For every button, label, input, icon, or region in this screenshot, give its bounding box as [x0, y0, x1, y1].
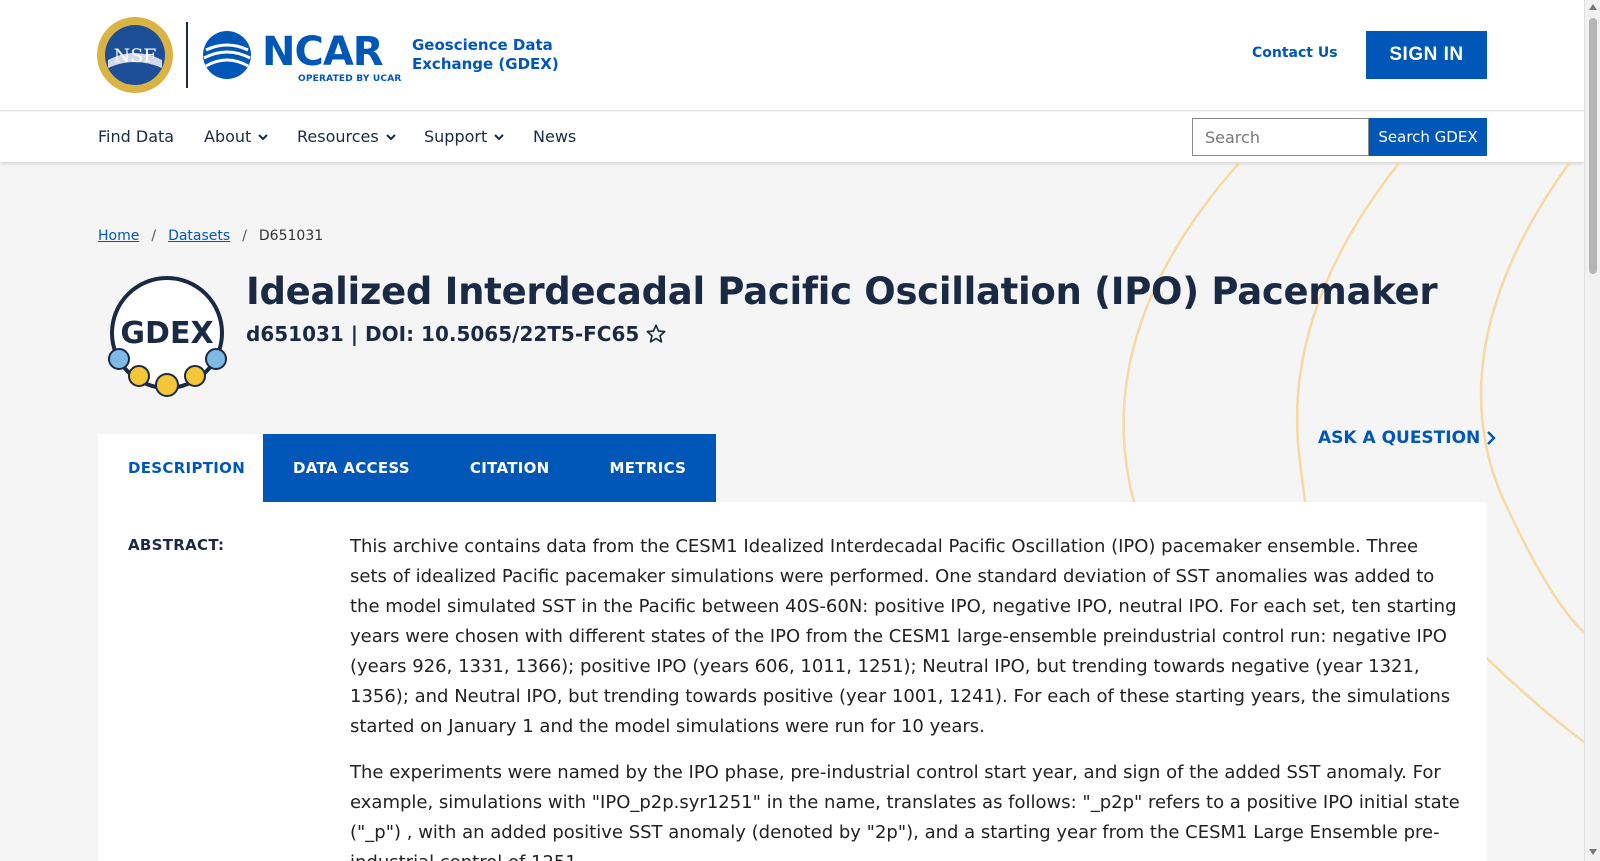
breadcrumb-separator: /: [242, 228, 247, 244]
ask-question-label: ASK A QUESTION: [1318, 428, 1481, 448]
ncar-tagline: OPERATED BY UCAR: [298, 74, 402, 84]
page-scrollbar[interactable]: [1584, 0, 1600, 861]
nsf-logo-text: NSF: [114, 45, 157, 67]
tab-description[interactable]: DESCRIPTION: [98, 434, 263, 502]
search-gdex-button[interactable]: Search GDEX: [1369, 118, 1487, 156]
abstract-text: This archive contains data from the CESM…: [350, 532, 1460, 861]
nav-item-label: About: [204, 127, 252, 146]
nav-item-find-data[interactable]: Find Data: [98, 127, 174, 146]
nav-item-label: Resources: [297, 127, 379, 146]
tab-data-access[interactable]: DATA ACCESS: [263, 434, 440, 502]
site-header: NSF NCAR OPERATED BY UCAR Geoscience Dat…: [0, 0, 1584, 111]
breadcrumb-separator: /: [151, 228, 157, 244]
sign-in-button[interactable]: SIGN IN: [1366, 31, 1487, 79]
nsf-logo[interactable]: NSF: [96, 16, 174, 94]
scroll-down-arrow-icon[interactable]: [1589, 849, 1597, 855]
description-panel: ABSTRACT: This archive contains data fro…: [98, 502, 1487, 861]
gdex-badge-logo: GDEX: [108, 276, 227, 397]
nav-item-support[interactable]: Support: [424, 127, 505, 146]
tab-metrics[interactable]: METRICS: [579, 434, 717, 502]
chevron-down-icon: [258, 133, 269, 140]
chevron-down-icon: [386, 133, 396, 140]
breadcrumb-home-link[interactable]: Home: [98, 228, 139, 244]
site-title[interactable]: Geoscience Data Exchange (GDEX): [412, 36, 582, 74]
tab-citation[interactable]: CITATION: [439, 434, 580, 502]
gdex-badge-text: GDEX: [120, 316, 213, 351]
abstract-label: ABSTRACT:: [128, 536, 225, 554]
nav-item-news[interactable]: News: [533, 127, 576, 146]
ask-question-link[interactable]: ASK A QUESTION: [1318, 428, 1496, 448]
ncar-globe-icon[interactable]: [202, 30, 252, 80]
logo-divider: [186, 22, 188, 88]
ncar-wordmark[interactable]: NCAR: [262, 30, 384, 74]
dataset-doi: d651031 | DOI: 10.5065/22T5-FC65: [246, 322, 640, 346]
nav-item-label: News: [533, 127, 577, 146]
star-outline-icon[interactable]: [645, 323, 667, 345]
abstract-paragraph: This archive contains data from the CESM…: [350, 536, 1457, 737]
main-nav: Find Data About Resources Support News S…: [0, 112, 1584, 162]
dataset-title: Idealized Interdecadal Pacific Oscillati…: [246, 270, 1438, 313]
breadcrumb-current: D651031: [258, 228, 324, 244]
nav-item-resources[interactable]: Resources: [297, 127, 397, 146]
scrollbar-thumb[interactable]: [1589, 18, 1597, 274]
dataset-subtitle: d651031 | DOI: 10.5065/22T5-FC65: [246, 322, 667, 346]
scroll-up-arrow-icon[interactable]: [1589, 4, 1597, 10]
dataset-tabs: DESCRIPTION DATA ACCESS CITATION METRICS: [98, 434, 717, 502]
nav-item-label: Find Data: [98, 127, 175, 146]
search-input[interactable]: [1192, 118, 1369, 156]
contact-us-link[interactable]: Contact Us: [1252, 45, 1338, 61]
breadcrumb-datasets-link[interactable]: Datasets: [168, 228, 230, 244]
nav-item-about[interactable]: About: [204, 127, 269, 146]
abstract-paragraph: The experiments were named by the IPO ph…: [350, 762, 1460, 861]
breadcrumb: Home / Datasets / D651031: [98, 228, 323, 244]
chevron-right-icon: [1487, 431, 1496, 445]
chevron-down-icon: [494, 133, 504, 140]
nav-item-label: Support: [424, 127, 488, 146]
